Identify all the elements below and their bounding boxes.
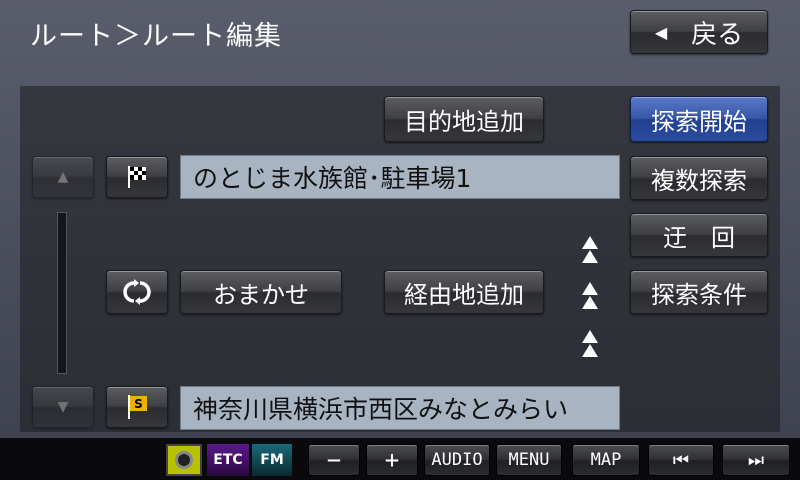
previous-track-button[interactable]: ⏮ xyxy=(648,444,714,476)
checkered-flag-icon xyxy=(128,166,146,188)
start-flag-letter: S xyxy=(134,397,143,411)
auto-toggle-button[interactable] xyxy=(106,270,168,314)
scroll-down-button[interactable]: ▼ xyxy=(32,386,94,428)
camera-status-icon xyxy=(166,444,202,476)
destination-flag-button[interactable] xyxy=(106,156,168,198)
start-flag-button[interactable]: S xyxy=(106,386,168,428)
up-arrow-icon: ▲ xyxy=(57,169,69,185)
previous-track-icon: ⏮ xyxy=(672,449,690,471)
back-button[interactable]: ◀ 戻る xyxy=(630,10,768,54)
direction-arrow-icon xyxy=(582,344,598,357)
fm-status: FM xyxy=(252,444,292,476)
direction-arrow-icon xyxy=(582,296,598,309)
direction-arrow-icon xyxy=(582,330,598,343)
direction-arrow-icon xyxy=(582,236,598,249)
menu-button[interactable]: MENU xyxy=(496,444,562,476)
multi-search-button[interactable]: 複数探索 xyxy=(630,156,768,200)
scrollbar-track[interactable] xyxy=(57,212,67,374)
auto-route-button[interactable]: おまかせ xyxy=(180,270,342,314)
next-track-button[interactable]: ⏭ xyxy=(722,444,790,476)
scroll-up-button[interactable]: ▲ xyxy=(32,156,94,198)
destination-field[interactable]: のとじま水族館･駐車場1 xyxy=(180,155,620,199)
breadcrumb: ルート＞ルート編集 xyxy=(30,21,282,52)
add-destination-button[interactable]: 目的地追加 xyxy=(384,96,544,142)
next-track-icon: ⏭ xyxy=(747,449,765,471)
start-flag-icon: S xyxy=(128,395,147,419)
etc-status: ETC xyxy=(207,444,249,476)
volume-up-button[interactable]: + xyxy=(366,444,418,476)
volume-down-button[interactable]: − xyxy=(308,444,360,476)
back-label: 戻る xyxy=(691,19,744,50)
direction-arrow-icon xyxy=(582,250,598,263)
search-conditions-button[interactable]: 探索条件 xyxy=(630,270,768,314)
detour-button[interactable]: 迂 回 xyxy=(630,213,768,257)
route-direction-arrows xyxy=(580,234,600,364)
direction-arrow-icon xyxy=(582,282,598,295)
add-waypoint-button[interactable]: 経由地追加 xyxy=(384,270,544,314)
down-arrow-icon: ▼ xyxy=(57,399,69,415)
audio-button[interactable]: AUDIO xyxy=(424,444,490,476)
map-button[interactable]: MAP xyxy=(572,444,640,476)
start-field[interactable]: 神奈川県横浜市西区みなとみらい xyxy=(180,386,620,430)
back-arrow-icon: ◀ xyxy=(654,22,668,42)
start-search-button[interactable]: 探索開始 xyxy=(630,96,768,142)
refresh-icon xyxy=(123,279,151,305)
